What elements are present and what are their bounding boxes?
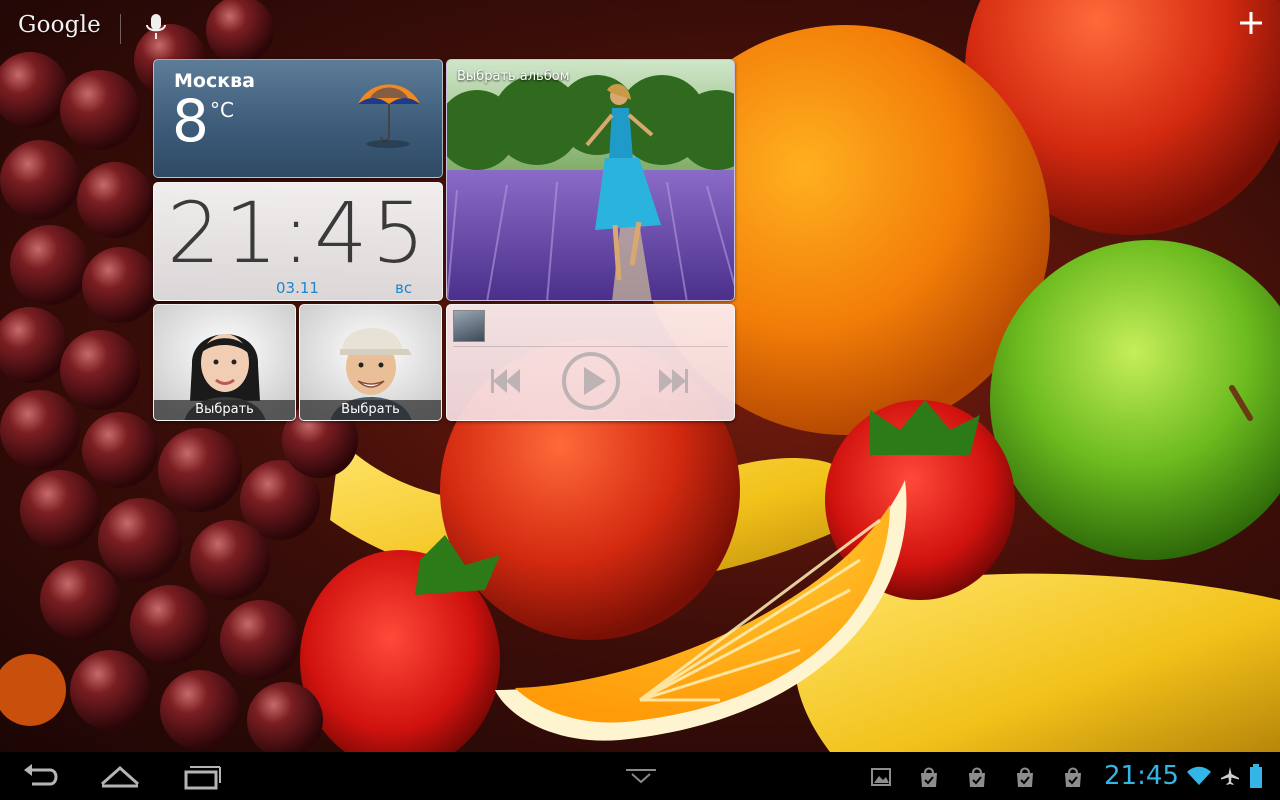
music-divider: [453, 346, 728, 347]
music-player-widget[interactable]: [446, 304, 735, 421]
next-icon[interactable]: [654, 363, 690, 399]
weather-temperature: 8: [172, 87, 209, 155]
contact-widget-2[interactable]: Выбрать: [299, 304, 442, 421]
airplane-icon: [1221, 767, 1239, 785]
home-icon[interactable]: [98, 762, 142, 790]
shopping-bag-icon[interactable]: [1014, 766, 1036, 788]
battery-icon: [1250, 764, 1262, 788]
clock-day: вс: [395, 279, 413, 297]
contact-select-label: Выбрать: [300, 400, 441, 420]
contact-widget-1[interactable]: Выбрать: [153, 304, 296, 421]
prev-icon[interactable]: [489, 363, 525, 399]
clock-time: 21:45: [166, 184, 430, 282]
system-navigation-bar: 21:45: [0, 752, 1280, 800]
contact-select-label: Выбрать: [154, 400, 295, 420]
photo-album-widget[interactable]: Выбрать альбом: [446, 59, 735, 301]
clock-date: 03.11: [276, 279, 319, 297]
wifi-icon: [1187, 766, 1211, 785]
gallery-icon[interactable]: [870, 766, 892, 788]
weather-widget[interactable]: Москва 8 °C: [153, 59, 443, 178]
play-icon[interactable]: [560, 350, 622, 412]
clock-widget[interactable]: 21:45 03.11 вс: [153, 182, 443, 301]
status-bar-time[interactable]: 21:45: [1104, 761, 1179, 791]
recents-icon[interactable]: [180, 762, 224, 790]
umbrella-icon: [358, 84, 420, 148]
shopping-bag-icon[interactable]: [1062, 766, 1084, 788]
menu-icon[interactable]: [624, 766, 658, 786]
weather-unit: °C: [210, 98, 234, 122]
shopping-bag-icon[interactable]: [918, 766, 940, 788]
photo-album-title: Выбрать альбом: [457, 69, 570, 84]
google-search-logo[interactable]: Google: [18, 12, 101, 38]
shopping-bag-icon[interactable]: [966, 766, 988, 788]
search-divider: [120, 14, 121, 44]
mic-icon[interactable]: [144, 12, 168, 42]
album-photo: [447, 60, 734, 300]
add-icon[interactable]: [1236, 8, 1266, 38]
album-art-thumbnail[interactable]: [453, 310, 485, 342]
back-icon[interactable]: [20, 762, 64, 790]
